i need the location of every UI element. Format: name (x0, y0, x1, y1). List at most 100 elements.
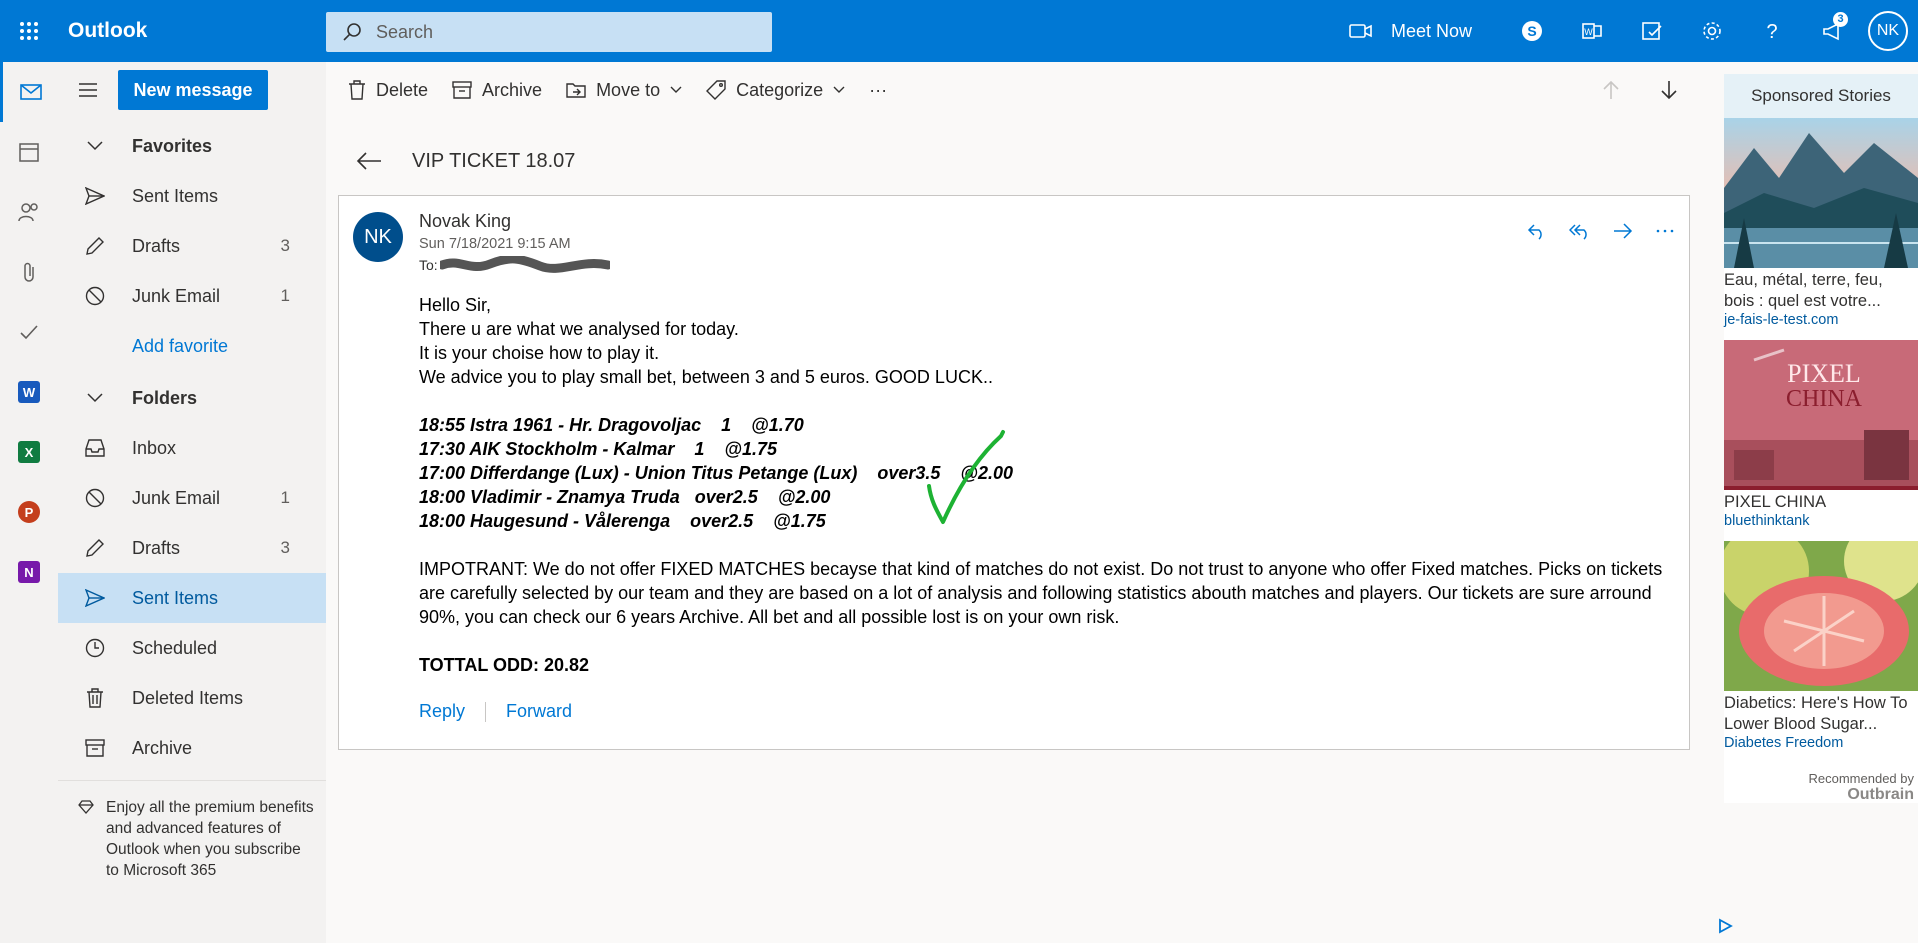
reply-link[interactable]: Reply (419, 701, 465, 722)
archive-icon (452, 81, 472, 99)
sender-avatar[interactable]: NK (353, 212, 403, 262)
ad-image-pixel-china: PIXEL CHINA (1724, 340, 1918, 490)
ad-item[interactable]: Diabetics: Here's How To Lower Blood Sug… (1724, 541, 1918, 763)
whats-new-button[interactable]: 3 (1802, 0, 1862, 62)
excel-icon: X (18, 441, 40, 463)
folder-label: Inbox (132, 437, 177, 458)
hamburger-menu-icon[interactable] (58, 83, 118, 97)
ad-item[interactable]: PIXEL CHINA PIXEL CHINA bluethinktank (1724, 340, 1918, 541)
folder-label: Scheduled (132, 637, 218, 658)
archive-button[interactable]: Archive (452, 80, 542, 101)
arrow-up-icon (1603, 80, 1619, 99)
pencil-icon (58, 538, 132, 558)
favorite-item-drafts[interactable]: Drafts 3 (58, 221, 326, 271)
next-message-button[interactable] (1660, 80, 1678, 100)
ad-title: PIXEL CHINA (1724, 493, 1827, 511)
top-bar: Outlook Search Meet Now S W ? 3 NK (0, 0, 1918, 62)
folder-label: Sent Items (132, 587, 219, 608)
ad-choices-icon[interactable] (1717, 918, 1733, 934)
search-box[interactable]: Search (326, 12, 772, 52)
folder-item-deleted-items[interactable]: Deleted Items (58, 673, 326, 723)
divider (485, 701, 487, 722)
delete-label: Delete (376, 79, 429, 100)
arrow-left-icon (356, 152, 381, 170)
outbrain-logo[interactable]: Outbrain (1724, 786, 1918, 804)
teams-button[interactable]: W (1562, 0, 1622, 62)
chevron-down-icon (670, 86, 682, 93)
previous-message-button[interactable] (1602, 80, 1620, 100)
ad-source: je-fais-le-test.com (1724, 312, 1839, 328)
forward-icon (1614, 223, 1633, 239)
account-avatar[interactable]: NK (1868, 11, 1908, 51)
add-favorite-label: Add favorite (132, 335, 229, 356)
command-bar: Delete Archive Move to Categorize ··· (326, 62, 1718, 118)
people-icon (18, 203, 38, 222)
move-to-button[interactable]: Move to (566, 80, 682, 101)
todo-app-button[interactable] (0, 302, 58, 362)
message-more-button[interactable] (1655, 222, 1675, 240)
paperclip-icon (24, 262, 34, 282)
help-button[interactable]: ? (1742, 0, 1802, 62)
skype-button[interactable]: S (1502, 0, 1562, 62)
favorite-item-junk-email[interactable]: Junk Email 1 (58, 271, 326, 321)
mail-app-button[interactable] (0, 62, 58, 122)
folder-count: 1 (280, 286, 290, 305)
blocked-icon (58, 286, 132, 306)
folders-header[interactable]: Folders (58, 373, 326, 423)
folder-item-drafts[interactable]: Drafts 3 (58, 523, 326, 573)
meet-now-button[interactable]: Meet Now (1349, 21, 1472, 42)
recipients-row: To: (419, 256, 610, 274)
reply-all-button[interactable] (1569, 222, 1591, 240)
folder-item-scheduled[interactable]: Scheduled (58, 623, 326, 673)
folder-label: Drafts (132, 537, 181, 558)
app-title[interactable]: Outlook (58, 19, 326, 43)
word-icon: W (18, 381, 40, 403)
back-button[interactable] (356, 151, 382, 171)
calendar-app-button[interactable] (0, 122, 58, 182)
folder-item-sent-items[interactable]: Sent Items (58, 573, 326, 623)
sender-name[interactable]: Novak King (419, 211, 511, 232)
app-launcher-icon[interactable] (0, 0, 58, 62)
people-app-button[interactable] (0, 182, 58, 242)
chevron-down-icon (58, 141, 132, 151)
powerpoint-app-button[interactable]: P (0, 482, 58, 542)
onenote-app-button[interactable]: N (0, 542, 58, 602)
premium-upsell[interactable]: Enjoy all the premium benefits and advan… (58, 780, 326, 881)
delete-button[interactable]: Delete (348, 80, 428, 101)
favorite-item-sent-items[interactable]: Sent Items (58, 171, 326, 221)
folder-label: Sent Items (132, 185, 219, 206)
ad-image-grapefruit (1724, 541, 1918, 691)
folder-label: Junk Email (132, 285, 221, 306)
reply-icon (1527, 224, 1542, 240)
new-message-button[interactable]: New message (118, 70, 268, 110)
settings-button[interactable] (1682, 0, 1742, 62)
reply-button[interactable] (1527, 222, 1547, 240)
chevron-down-icon (58, 393, 132, 403)
search-input[interactable]: Search (376, 22, 433, 43)
office-icon: W (1582, 23, 1602, 39)
files-app-button[interactable] (0, 242, 58, 302)
ad-item[interactable]: Eau, métal, terre, feu, bois : quel est … (1724, 118, 1918, 340)
favorites-header[interactable]: Favorites (58, 121, 326, 171)
folder-item-inbox[interactable]: Inbox (58, 423, 326, 473)
folder-item-archive[interactable]: Archive (58, 723, 326, 773)
folder-move-icon (566, 83, 586, 98)
forward-button[interactable] (1613, 222, 1633, 240)
add-favorite-link[interactable]: Add favorite (58, 321, 326, 371)
search-icon (342, 22, 362, 42)
body-greeting: Hello Sir, (419, 295, 492, 315)
message-date: Sun 7/18/2021 9:15 AM (419, 236, 571, 252)
more-actions-button[interactable]: ··· (869, 80, 887, 101)
forward-link[interactable]: Forward (506, 701, 572, 722)
excel-app-button[interactable]: X (0, 422, 58, 482)
folder-item-junk-email[interactable]: Junk Email 1 (58, 473, 326, 523)
recommended-by: Recommended by (1808, 771, 1915, 786)
send-icon (58, 187, 132, 205)
reading-pane: VIP TICKET 18.07 NK Novak King Sun 7/18/… (326, 118, 1718, 943)
categorize-button[interactable]: Categorize (706, 80, 845, 101)
ad-image-mountain-lake (1724, 118, 1918, 268)
my-day-button[interactable] (1622, 0, 1682, 62)
more-icon (1656, 229, 1674, 233)
word-app-button[interactable]: W (0, 362, 58, 422)
pick-line: 17:00 Differdange (Lux) - Union Titus Pe… (419, 463, 1014, 483)
